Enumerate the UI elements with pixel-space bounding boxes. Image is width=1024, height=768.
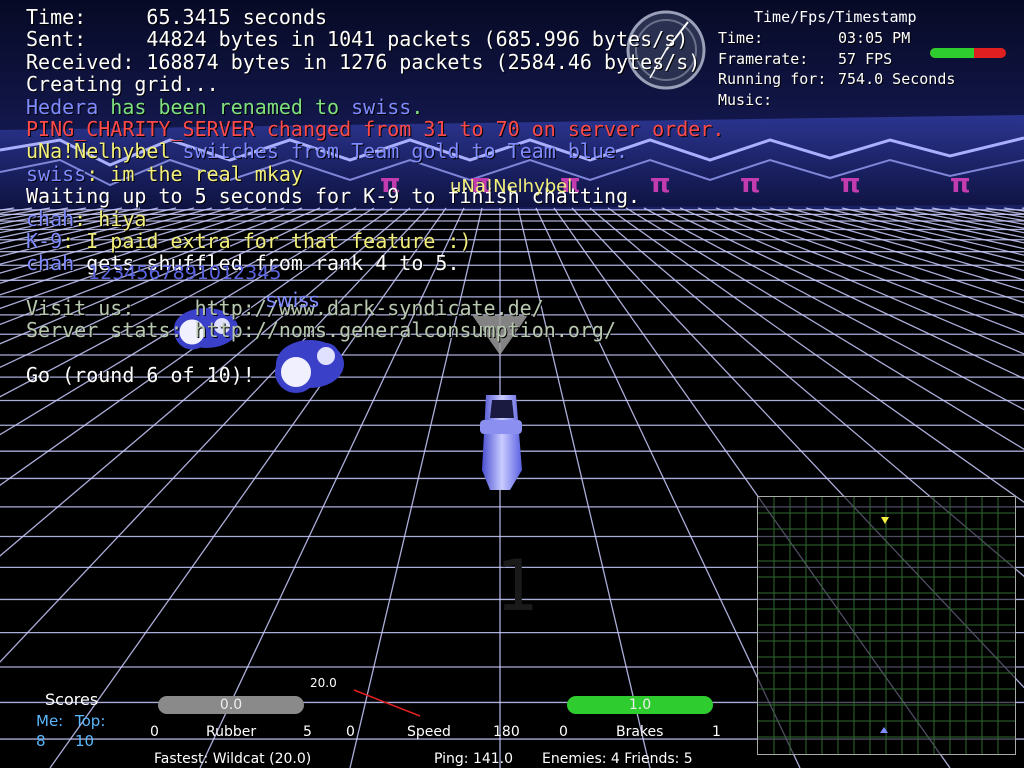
- console-segment: chah: [26, 206, 75, 231]
- wall-logo-icon: π: [740, 169, 761, 199]
- scores-me-label: Me:: [36, 712, 64, 730]
- status-row: Music:: [718, 90, 955, 111]
- console-line: PING_CHARITY_SERVER changed from 31 to 7…: [26, 118, 724, 140]
- console-line: Waiting up to 5 seconds for K-9 to finis…: [26, 185, 724, 207]
- rubber-min: 0: [150, 724, 159, 740]
- scores-title: Scores: [45, 690, 99, 709]
- brakes-max: 1: [712, 724, 721, 740]
- console-segment: Creating grid...: [26, 72, 219, 97]
- console-line: uNa!Nelhybel switches from Team gold to …: [26, 140, 724, 162]
- console-segment: Received: 168874 bytes in 1276 packets (…: [26, 49, 701, 74]
- status-value: 57 FPS: [838, 49, 893, 68]
- minimap: [757, 496, 1016, 755]
- status-key: Framerate:: [718, 49, 809, 68]
- console-segment: has been renamed to: [98, 94, 352, 119]
- rubber-gauge: 0.0: [158, 696, 304, 714]
- scores-top-label: Top:: [75, 712, 106, 730]
- scores-me-value: 8: [36, 732, 46, 750]
- brakes-label: Brakes: [616, 724, 664, 740]
- status-key: Music:: [718, 90, 773, 109]
- nametag-mid: 1234567891012345: [88, 262, 282, 284]
- speed-label: Speed: [407, 724, 451, 740]
- status-row: Framerate: 57 FPS: [718, 49, 955, 70]
- console-segment: Server stats: http://noms.generalconsump…: [26, 318, 617, 343]
- status-key: Time:: [718, 29, 764, 47]
- status-value: 754.0 Seconds: [838, 70, 956, 88]
- console-segment: Sent: 44824 bytes in 1041 packets (685.9…: [26, 27, 689, 52]
- floor-number: 1: [495, 545, 537, 627]
- wall-logo-icon: π: [950, 169, 971, 199]
- minimap-player-marker: [880, 727, 888, 733]
- tfs-title: Time/Fps/Timestamp: [754, 8, 917, 26]
- console-segment: : hiya: [74, 206, 147, 231]
- fastest-label: Fastest: Wildcat (20.0): [154, 751, 312, 767]
- console-segment: : I paid extra for that feature :): [62, 228, 472, 253]
- health-bar: [930, 48, 1006, 58]
- console-line: Visit us: http://www.dark-syndicate.de/: [26, 297, 724, 319]
- console-segment: Time: 65.3415 seconds: [26, 5, 328, 29]
- console-segment: PING_CHARITY_SERVER changed from 31 to 7…: [26, 116, 725, 141]
- rubber-label: Rubber: [206, 724, 257, 740]
- console-segment: uNa!Nelhybel: [26, 139, 171, 164]
- console-line: K-9: I paid extra for that feature :): [26, 230, 724, 252]
- minimap-enemy-marker: [881, 517, 889, 524]
- wall-logo-icon: π: [840, 169, 861, 199]
- console-segment: : im the real mkay: [86, 161, 303, 186]
- console-line: Received: 168874 bytes in 1276 packets (…: [26, 51, 724, 73]
- status-row: Running for: 754.0 Seconds: [718, 69, 955, 90]
- speed-max: 180: [493, 724, 520, 740]
- console-segment: .: [411, 94, 424, 119]
- console-line: Go (round 6 of 10)!: [26, 364, 724, 386]
- status-value: 03:05 PM: [838, 29, 911, 47]
- scores-top-value: 10: [75, 732, 95, 750]
- brakes-value: 1.0: [628, 697, 652, 713]
- speed-min: 0: [346, 724, 355, 740]
- console-line: Sent: 44824 bytes in 1041 packets (685.9…: [26, 28, 724, 50]
- chat-console: Time: 65.3415 seconds Sent: 44824 bytes i…: [26, 6, 724, 387]
- brakes-gauge: 1.0: [567, 696, 713, 714]
- nametag-swiss: swiss: [266, 288, 320, 312]
- console-line: swiss: im the real mkay: [26, 163, 724, 185]
- speed-needle: [353, 689, 421, 717]
- console-segment: swiss: [26, 161, 87, 186]
- console-segment: chah: [26, 251, 75, 276]
- console-line: Creating grid...: [26, 73, 724, 95]
- console-line: Time: 65.3415 seconds: [26, 6, 724, 28]
- ping-label: Ping: 141.0: [434, 751, 514, 767]
- console-segment: switches from Team gold to Team blue.: [170, 139, 629, 164]
- console-segment: [26, 341, 38, 365]
- console-segment: K-9: [26, 228, 63, 253]
- console-segment: Hedera: [26, 94, 99, 119]
- console-line: [26, 342, 724, 364]
- status-panel: Time: 03:05 PM Framerate: 57 FPS Running for…: [718, 28, 955, 110]
- console-line: Hedera has been renamed to swiss.: [26, 94, 724, 119]
- player-light-cycle: [480, 395, 522, 490]
- console-segment: [26, 274, 38, 298]
- nametag-top: uNa!Nelhybel: [450, 176, 573, 197]
- speed-top: 20.0: [310, 676, 337, 690]
- health-bar-fill: [930, 48, 975, 58]
- rubber-max: 5: [303, 724, 312, 740]
- status-key: Running for:: [718, 70, 827, 88]
- console-line: Server stats: http://noms.generalconsump…: [26, 319, 724, 341]
- brakes-min: 0: [559, 724, 568, 740]
- console-segment: Go (round 6 of 10)!: [26, 363, 255, 388]
- minimap-grid: [758, 497, 1015, 754]
- console-line: chah: hiya: [26, 206, 724, 231]
- status-row: Time: 03:05 PM: [718, 28, 955, 49]
- rubber-value: 0.0: [219, 697, 243, 713]
- console-segment: swiss: [351, 94, 412, 119]
- enemies-friends-label: Enemies: 4 Friends: 5: [542, 751, 693, 767]
